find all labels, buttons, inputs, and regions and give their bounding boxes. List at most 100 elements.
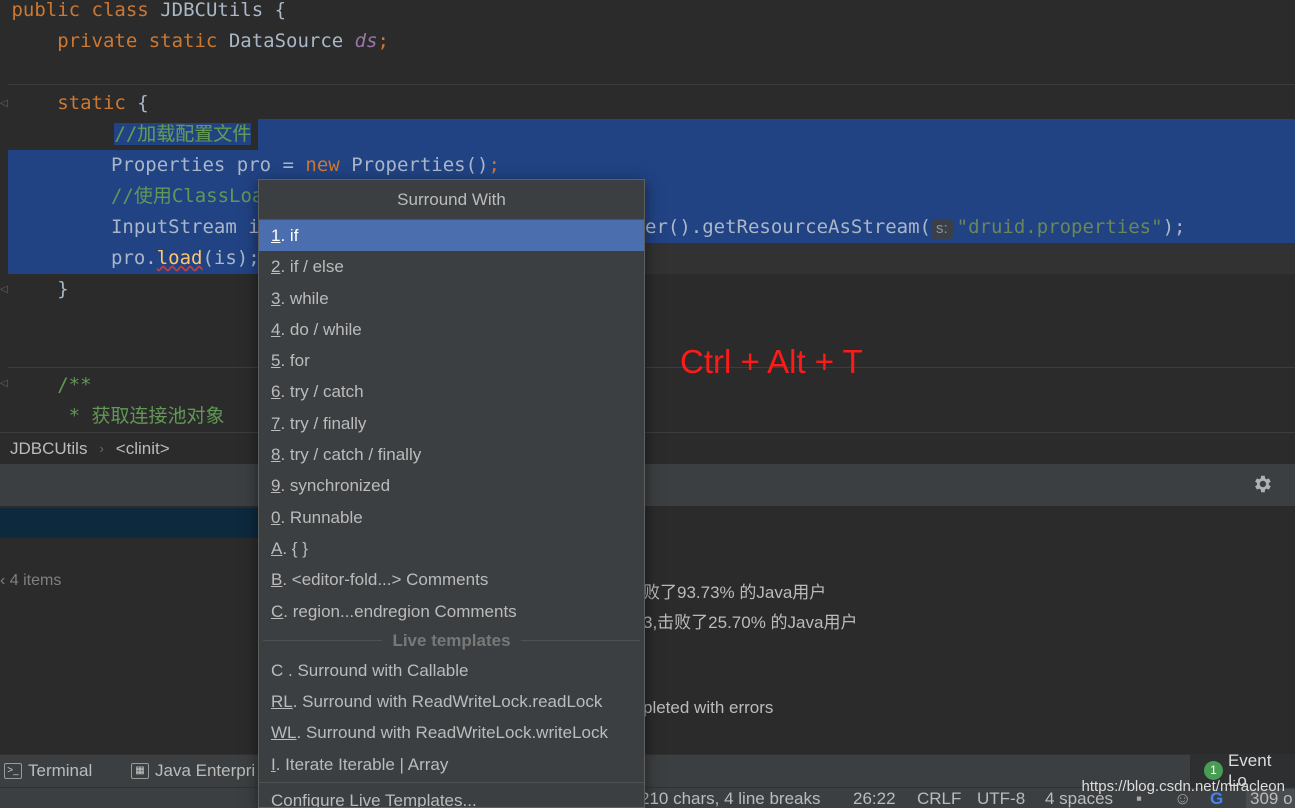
caret-position[interactable]: 26:22 <box>853 789 896 808</box>
popup-item[interactable]: 2. if / else <box>259 251 644 282</box>
code-line-6[interactable]: //使用ClassLoa <box>8 181 1295 212</box>
output-message: 败了93.73% 的Java用户 <box>643 583 827 602</box>
doc-comment: /** <box>57 374 92 396</box>
line-separator[interactable]: CRLF <box>917 789 961 808</box>
item-label: . try / catch / finally <box>280 445 422 465</box>
terminal-label: Terminal <box>28 761 93 780</box>
popup-item[interactable]: B. <editor-fold...> Comments <box>259 564 644 595</box>
code-line-2[interactable]: private static DataSource ds; <box>0 26 1295 57</box>
popup-item[interactable]: C. region...endregion Comments <box>259 596 644 627</box>
item-label: . if <box>280 226 299 245</box>
popup-item[interactable]: 6. try / catch <box>259 376 644 407</box>
tool-window-header <box>0 464 1295 506</box>
code-text: InputStream i <box>110 216 260 238</box>
divider <box>520 640 641 642</box>
item-label: . Surround with ReadWriteLock.readLock <box>292 692 603 712</box>
mnemonic: RL <box>271 692 293 712</box>
java-enterprise-tab[interactable]: ▦ Java Enterpri <box>131 761 255 781</box>
code-line-3[interactable]: static { <box>0 88 1295 119</box>
tree-selected-row[interactable] <box>0 508 260 538</box>
item-label: . for <box>280 351 310 371</box>
caret-row-highlight <box>645 243 1295 274</box>
field-name: ds <box>354 30 378 52</box>
item-count-label: 4 items <box>9 572 62 589</box>
breadcrumb-class[interactable]: JDBCUtils <box>10 439 87 459</box>
popup-item[interactable]: C . Surround with Callable <box>259 655 644 686</box>
code-line-9[interactable]: } <box>0 274 1295 305</box>
semicolon: ; <box>377 30 389 52</box>
popup-item[interactable]: 4. do / while <box>259 314 644 345</box>
keyword: new <box>305 154 340 176</box>
item-label: . Iterate Iterable | Array <box>275 754 449 774</box>
code-line-5[interactable]: Properties pro = new Properties(); <box>8 150 1295 181</box>
item-label: . { } <box>282 538 308 558</box>
doc-comment: * 获取连接池对象 <box>57 405 225 427</box>
java-enterprise-label: Java Enterpri <box>155 761 256 780</box>
terminal-tab[interactable]: >_ Terminal <box>4 761 92 781</box>
method-separator <box>8 84 1295 85</box>
code-line-7-tail: er().getResourceAsStream(s: "druid.proper… <box>645 212 1295 243</box>
group-label: Live templates <box>392 630 511 650</box>
configure-live-templates[interactable]: Configure Live Templates... <box>259 782 644 807</box>
brace: } <box>57 278 69 300</box>
type-name: Properties pro = <box>110 154 306 176</box>
template-list: C . Surround with Callable RL. Surround w… <box>259 655 644 780</box>
terminal-icon: >_ <box>4 763 22 779</box>
method-separator <box>8 367 1295 368</box>
watermark: https://blog.csdn.net/miracleon <box>1081 778 1285 795</box>
breadcrumb-method[interactable]: <clinit> <box>116 439 170 459</box>
method-call: er().getResourceAsStream( <box>645 216 931 238</box>
fold-icon[interactable]: ◁ <box>0 284 8 296</box>
code-line-1[interactable]: public class JDBCUtils { <box>0 0 1295 26</box>
output-message: 3,击败了25.70% 的Java用户 <box>643 613 858 632</box>
fold-icon[interactable]: ◁ <box>0 98 8 110</box>
item-label: C . Surround with Callable <box>271 660 469 680</box>
code-line-10[interactable]: /** <box>0 370 1295 401</box>
popup-item[interactable]: 7. try / finally <box>259 408 644 439</box>
code-line-11[interactable]: * 获取连接池对象 <box>0 401 1295 432</box>
popup-item[interactable]: WL. Surround with ReadWriteLock.writeLoc… <box>259 717 644 748</box>
gear-icon[interactable] <box>1251 473 1273 495</box>
popup-item-list: 1. if 2. if / else 3. while 4. do / while 5.… <box>259 220 644 627</box>
mnemonic: WL <box>271 723 297 743</box>
chevron-right-icon: › <box>99 441 104 456</box>
string-literal: "druid.properties" <box>956 216 1163 238</box>
popup-item[interactable]: I. Iterate Iterable | Array <box>259 749 644 780</box>
comment: //加载配置文件 <box>114 123 252 145</box>
divider <box>263 640 383 642</box>
code-text: (is); <box>202 247 260 269</box>
mnemonic: B <box>271 570 283 590</box>
breadcrumb: JDBCUtils › <clinit> <box>0 432 1295 464</box>
semicolon: ; <box>488 154 500 176</box>
method-name: load <box>156 247 203 269</box>
item-label: . Runnable <box>280 507 363 527</box>
code-editor[interactable]: public class JDBCUtils { private static … <box>0 0 1295 432</box>
popup-item[interactable]: 5. for <box>259 345 644 376</box>
mnemonic: A <box>271 538 283 558</box>
popup-item[interactable]: 0. Runnable <box>259 502 644 533</box>
shortcut-annotation: Ctrl + Alt + T <box>680 343 863 380</box>
code-text: ); <box>1162 216 1186 238</box>
popup-item[interactable]: A. { } <box>259 533 644 564</box>
keyword: static <box>57 92 126 114</box>
object-ref: pro. <box>110 247 157 269</box>
java-enterprise-icon: ▦ <box>131 763 149 779</box>
output-message: pleted with errors <box>643 698 774 717</box>
popup-item[interactable]: RL. Surround with ReadWriteLock.readLock <box>259 686 644 717</box>
popup-item[interactable]: 8. try / catch / finally <box>259 439 644 470</box>
popup-item[interactable]: 3. while <box>259 283 644 314</box>
parameter-hint: s: <box>930 219 953 239</box>
popup-title: Surround With <box>259 180 644 220</box>
tree-item-count: ‹ 4 items <box>0 572 62 589</box>
item-label: . try / catch <box>280 382 364 402</box>
keyword: public class <box>11 0 149 21</box>
popup-item[interactable]: 1. if <box>259 220 644 252</box>
item-label: . try / finally <box>280 413 367 433</box>
type-name: DataSource <box>228 30 344 52</box>
fold-icon[interactable]: ◁ <box>0 378 8 390</box>
code-line-4-overlay: //加载配置文件 <box>0 119 1295 150</box>
surround-with-popup: Surround With 1. if 2. if / else 3. while 4… <box>258 179 645 808</box>
popup-item[interactable]: 9. synchronized <box>259 470 644 501</box>
file-encoding[interactable]: UTF-8 <box>977 789 1025 808</box>
item-label: . synchronized <box>280 476 391 496</box>
